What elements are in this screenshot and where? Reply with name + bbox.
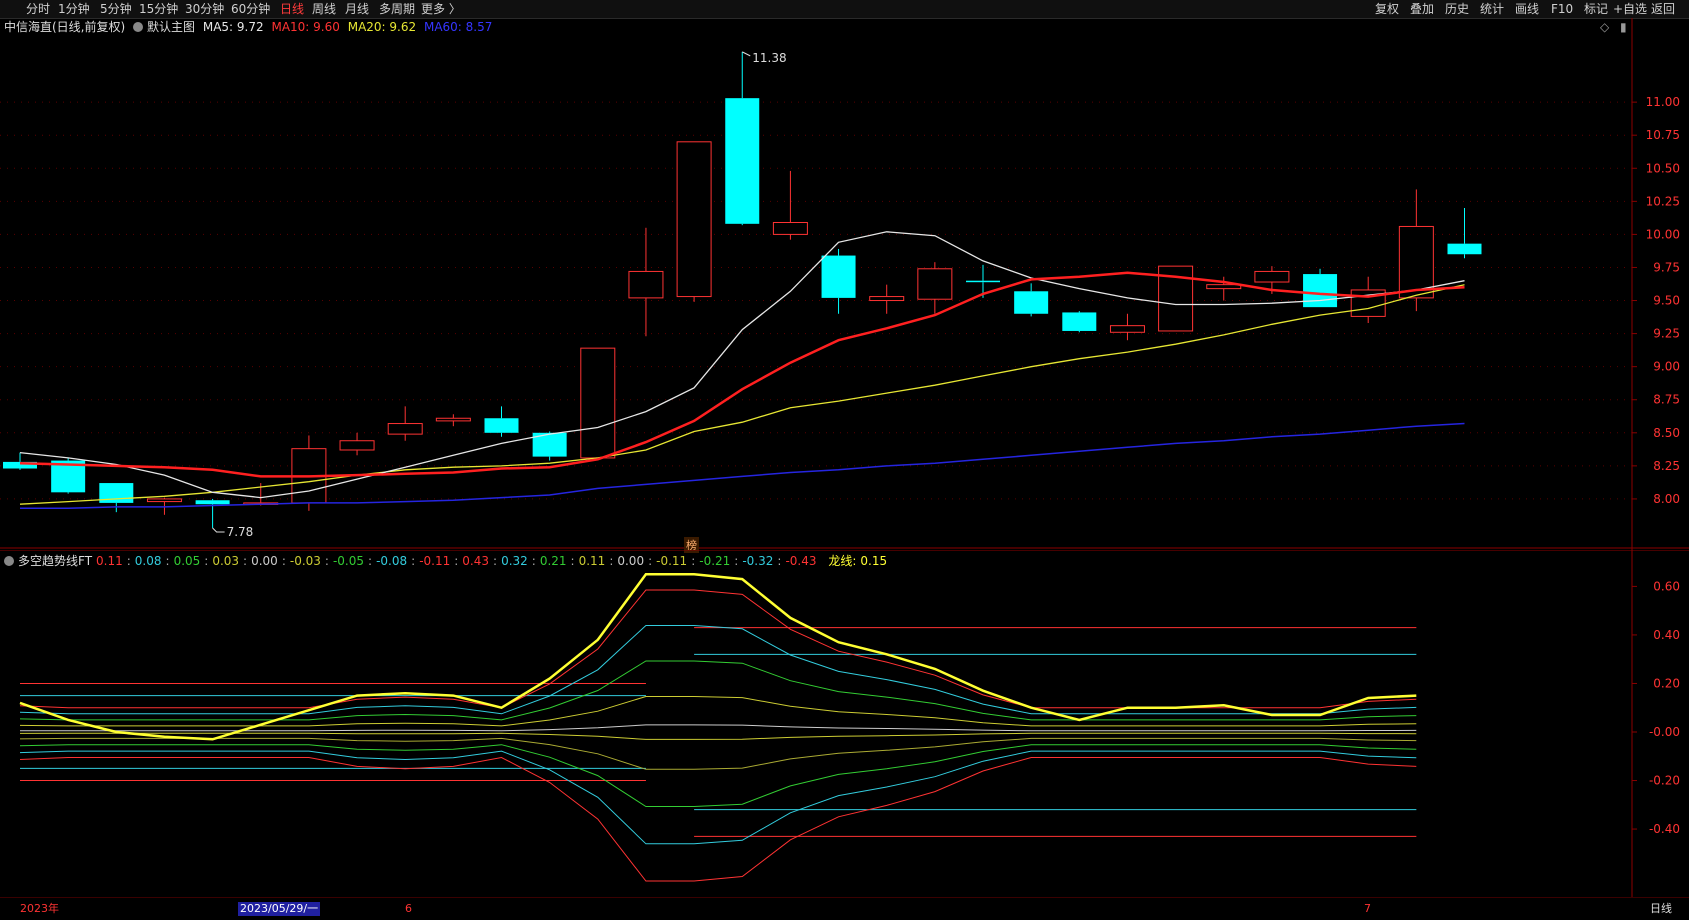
toolbar-button-3[interactable]: 统计 bbox=[1480, 1, 1504, 17]
price-tick-label: 8.25 bbox=[1653, 459, 1680, 473]
price-tick-label: 10.25 bbox=[1646, 194, 1680, 208]
trend-band-line bbox=[19, 756, 1417, 882]
candle-body-up bbox=[1109, 325, 1145, 333]
main-candlestick-chart[interactable]: 11.00 10.75 10.50 10.25 10.00 9.75 9.50 9.25 9.0… bbox=[0, 18, 1689, 550]
toolbar-button-5[interactable]: F10 bbox=[1551, 1, 1573, 17]
trend-band-line bbox=[19, 750, 1417, 845]
price-tick-label: 8.50 bbox=[1653, 426, 1680, 440]
candle-body-up bbox=[1254, 270, 1290, 283]
price-tick-label: 8.00 bbox=[1653, 492, 1680, 506]
trend-band-line bbox=[19, 589, 1417, 709]
candle-body-up bbox=[772, 221, 808, 235]
price-tick-label: 8.75 bbox=[1653, 393, 1680, 407]
sub-tick-label: -0.20 bbox=[1649, 774, 1680, 788]
price-tick-label: 10.00 bbox=[1646, 227, 1680, 241]
candle-body-up bbox=[628, 270, 664, 299]
candle-body-down bbox=[1062, 312, 1097, 331]
price-tick-label: 10.50 bbox=[1646, 161, 1680, 175]
period-tab-9[interactable]: 多周期 bbox=[379, 1, 415, 17]
candle-body-up bbox=[580, 347, 616, 459]
sub-tick-label: -0.00 bbox=[1649, 725, 1680, 739]
candle-body-up bbox=[146, 498, 182, 503]
candle-body-up bbox=[1206, 284, 1242, 290]
ma5-line bbox=[19, 231, 1465, 499]
sub-tick-label: 0.60 bbox=[1653, 579, 1680, 593]
period-tab-4[interactable]: 30分钟 bbox=[185, 1, 224, 17]
sub-tick-label: 0.20 bbox=[1653, 676, 1680, 690]
period-tab-5[interactable]: 60分钟 bbox=[231, 1, 270, 17]
toolbar-button-7[interactable]: +自选 bbox=[1613, 1, 1647, 17]
price-tick-label: 10.75 bbox=[1646, 128, 1680, 142]
toolbar-button-4[interactable]: 画线 bbox=[1515, 1, 1539, 17]
period-tab-1[interactable]: 1分钟 bbox=[58, 1, 90, 17]
price-tick-label: 11.00 bbox=[1646, 95, 1680, 109]
period-tab-2[interactable]: 5分钟 bbox=[100, 1, 132, 17]
toolbar-button-0[interactable]: 复权 bbox=[1375, 1, 1399, 17]
date-axis: 2023年 2023/05/29/一 6 7 日线 bbox=[0, 897, 1689, 920]
period-toolbar: 分时 1分钟 5分钟 15分钟 30分钟 60分钟 日线 周线 月线 多周期 更多 〉 复权 叠加 历史统… bbox=[0, 0, 1689, 19]
cursor-date-label: 2023/05/29/一 bbox=[238, 902, 321, 916]
price-tick-label: 9.25 bbox=[1653, 327, 1680, 341]
period-tab-8[interactable]: 月线 bbox=[345, 1, 369, 17]
price-tick-label: 9.75 bbox=[1653, 260, 1680, 274]
candle-body-down bbox=[1447, 243, 1482, 255]
low-arrow bbox=[212, 527, 225, 533]
toolbar-button-6[interactable]: 标记 bbox=[1584, 1, 1608, 17]
sub-indicator-chart[interactable]: 0.60 0.40 0.20 -0.00 -0.20 -0.40 bbox=[0, 550, 1689, 897]
candle-body-down bbox=[725, 98, 760, 224]
candle-body-up bbox=[387, 423, 423, 435]
trend-band-line bbox=[19, 625, 1417, 715]
year-label: 2023年 bbox=[20, 902, 59, 915]
candle-body-up bbox=[339, 440, 375, 451]
month-7-label: 7 bbox=[1364, 902, 1371, 915]
candle-body-down bbox=[195, 500, 230, 505]
sub-tick-label: -0.40 bbox=[1649, 822, 1680, 836]
trend-band-line bbox=[19, 660, 1417, 721]
candle-body-down bbox=[1014, 291, 1049, 314]
trend-band-line bbox=[19, 737, 1417, 770]
month-6-label: 6 bbox=[405, 902, 412, 915]
candle-body-down bbox=[966, 280, 1000, 283]
high-arrow bbox=[742, 51, 751, 57]
candle-body-down bbox=[484, 418, 519, 433]
low-price-label: 7.78 bbox=[227, 525, 254, 539]
sub-tick-label: 0.40 bbox=[1653, 628, 1680, 642]
dragon-line bbox=[19, 573, 1417, 741]
candle-body-up bbox=[917, 268, 953, 300]
period-tab-7[interactable]: 周线 bbox=[312, 1, 336, 17]
period-label: 日线 bbox=[1650, 902, 1672, 915]
candle-body-down bbox=[821, 255, 856, 298]
period-tab-3[interactable]: 15分钟 bbox=[139, 1, 178, 17]
period-tab-6[interactable]: 日线 bbox=[280, 1, 304, 17]
candle-body-up bbox=[869, 296, 905, 302]
ma20-line bbox=[19, 284, 1465, 505]
candle-body-up bbox=[676, 141, 712, 298]
toolbar-button-2[interactable]: 历史 bbox=[1445, 1, 1469, 17]
candle-body-up bbox=[435, 417, 471, 422]
period-tab-10[interactable]: 更多 〉 bbox=[421, 1, 461, 17]
price-tick-label: 9.50 bbox=[1653, 294, 1680, 308]
period-tab-0[interactable]: 分时 bbox=[26, 1, 50, 17]
trend-band-line bbox=[19, 696, 1417, 727]
price-tick-label: 9.00 bbox=[1653, 360, 1680, 374]
trend-band-line bbox=[19, 744, 1417, 807]
candle-body-down bbox=[1303, 274, 1338, 308]
toolbar-button-1[interactable]: 叠加 bbox=[1410, 1, 1434, 17]
high-price-label: 11.38 bbox=[752, 51, 786, 65]
toolbar-button-8[interactable]: 返回 bbox=[1651, 1, 1675, 17]
